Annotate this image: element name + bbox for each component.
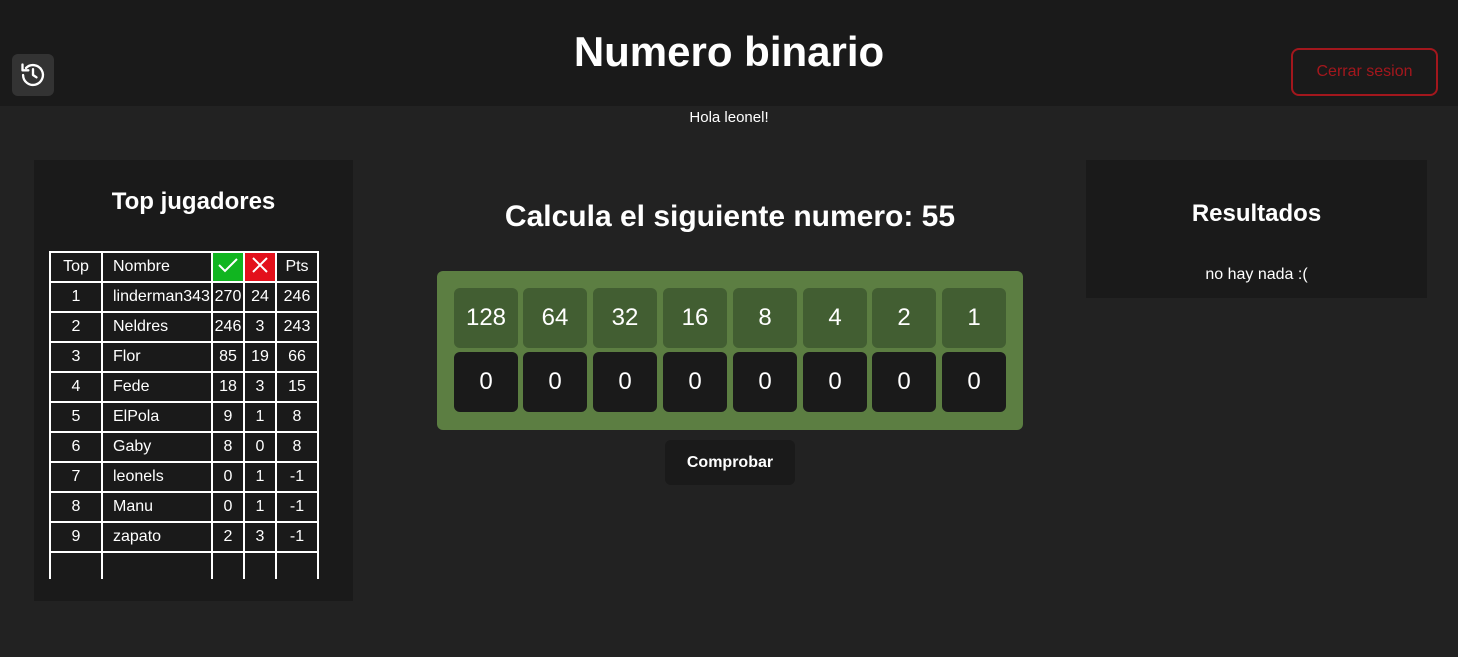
header: Numero binario Cerrar sesion bbox=[0, 0, 1458, 106]
wrong-count-cell: 1 bbox=[243, 401, 277, 433]
table-row: 3 Flor 85 19 66 bbox=[49, 341, 319, 373]
points-cell: 8 bbox=[275, 431, 319, 463]
correct-count-cell: 0 bbox=[211, 461, 245, 493]
wrong-count-cell: 1 bbox=[243, 461, 277, 493]
correct-count-cell: 246 bbox=[211, 311, 245, 343]
table-row: 1 linderman343 270 24 246 bbox=[49, 281, 319, 313]
points-cell: 246 bbox=[275, 281, 319, 313]
wrong-count-cell: 24 bbox=[243, 281, 277, 313]
wrong-count-cell: 19 bbox=[243, 341, 277, 373]
leaderboard-table: Top Nombre Pts 1 linderman343 270 24 246… bbox=[49, 251, 319, 579]
table-header-row: Top Nombre Pts bbox=[49, 251, 319, 283]
player-name-cell: Manu bbox=[101, 491, 213, 523]
correct-count-cell: 270 bbox=[211, 281, 245, 313]
player-name-cell: Neldres bbox=[101, 311, 213, 343]
table-row: 5 ElPola 9 1 8 bbox=[49, 401, 319, 433]
bit-toggle[interactable]: 0 bbox=[942, 352, 1006, 412]
check-icon bbox=[218, 257, 238, 272]
bit-toggle[interactable]: 0 bbox=[663, 352, 727, 412]
rank-cell: 8 bbox=[49, 491, 103, 523]
table-row: 7 leonels 0 1 -1 bbox=[49, 461, 319, 493]
column-header-points: Pts bbox=[275, 251, 319, 283]
check-button[interactable]: Comprobar bbox=[665, 440, 795, 485]
correct-count-cell: 2 bbox=[211, 521, 245, 553]
column-header-wrong bbox=[243, 251, 277, 283]
points-cell: 8 bbox=[275, 401, 319, 433]
table-row: 6 Gaby 8 0 8 bbox=[49, 431, 319, 463]
points-cell: 66 bbox=[275, 341, 319, 373]
bit-toggle[interactable]: 0 bbox=[593, 352, 657, 412]
wrong-count-cell: 3 bbox=[243, 371, 277, 403]
bit-toggle[interactable]: 0 bbox=[872, 352, 936, 412]
correct-count-cell: 8 bbox=[211, 431, 245, 463]
rank-cell: 7 bbox=[49, 461, 103, 493]
place-value-cell: 8 bbox=[733, 288, 797, 348]
bit-toggle[interactable]: 0 bbox=[523, 352, 587, 412]
table-row: 4 Fede 18 3 15 bbox=[49, 371, 319, 403]
player-name-cell: Gaby bbox=[101, 431, 213, 463]
correct-count-cell: 9 bbox=[211, 401, 245, 433]
cross-icon bbox=[252, 256, 268, 273]
rank-cell: 4 bbox=[49, 371, 103, 403]
place-value-cell: 2 bbox=[872, 288, 936, 348]
wrong-count-cell: 1 bbox=[243, 491, 277, 523]
table-row: 8 Manu 0 1 -1 bbox=[49, 491, 319, 523]
points-cell: 15 bbox=[275, 371, 319, 403]
wrong-count-cell: 0 bbox=[243, 431, 277, 463]
correct-count-cell: 0 bbox=[211, 491, 245, 523]
place-value-cell: 16 bbox=[663, 288, 727, 348]
place-value-cell: 4 bbox=[803, 288, 867, 348]
results-empty-message: no hay nada :( bbox=[1205, 266, 1308, 283]
bit-toggle[interactable]: 0 bbox=[803, 352, 867, 412]
place-value-cell: 32 bbox=[593, 288, 657, 348]
player-name-cell: ElPola bbox=[101, 401, 213, 433]
place-value-cell: 128 bbox=[454, 288, 518, 348]
bit-toggle[interactable]: 0 bbox=[454, 352, 518, 412]
rank-cell: 6 bbox=[49, 431, 103, 463]
points-cell: -1 bbox=[275, 521, 319, 553]
rank-cell: 1 bbox=[49, 281, 103, 313]
points-cell: 243 bbox=[275, 311, 319, 343]
player-name-cell: leonels bbox=[101, 461, 213, 493]
wrong-count-cell: 3 bbox=[243, 521, 277, 553]
question-text: Calcula el siguiente numero: 55 bbox=[504, 200, 956, 233]
column-header-name: Nombre bbox=[101, 251, 213, 283]
leaderboard-scroll-area[interactable]: Top Nombre Pts 1 linderman343 270 24 246… bbox=[49, 251, 337, 579]
points-cell: -1 bbox=[275, 491, 319, 523]
rank-cell: 5 bbox=[49, 401, 103, 433]
top-players-panel: Top jugadores Top Nombre Pts 1 linderman… bbox=[34, 160, 353, 601]
greeting-text: Hola leonel! bbox=[689, 109, 769, 126]
rank-cell: 3 bbox=[49, 341, 103, 373]
results-title: Resultados bbox=[1191, 200, 1322, 227]
place-value-cell: 64 bbox=[523, 288, 587, 348]
table-row: 2 Neldres 246 3 243 bbox=[49, 311, 319, 343]
place-value-cell: 1 bbox=[942, 288, 1006, 348]
logout-button[interactable]: Cerrar sesion bbox=[1291, 48, 1438, 96]
top-players-title: Top jugadores bbox=[111, 188, 276, 215]
rank-cell: 2 bbox=[49, 311, 103, 343]
binary-board: 128 64 32 16 8 4 2 1 0 0 0 0 0 0 0 0 bbox=[437, 271, 1023, 430]
player-name-cell: linderman343 bbox=[101, 281, 213, 313]
points-cell: -1 bbox=[275, 461, 319, 493]
results-panel: Resultados no hay nada :( bbox=[1086, 160, 1427, 298]
player-name-cell: zapato bbox=[101, 521, 213, 553]
player-name-cell: Flor bbox=[101, 341, 213, 373]
table-row bbox=[49, 551, 319, 579]
column-header-top: Top bbox=[49, 251, 103, 283]
correct-count-cell: 85 bbox=[211, 341, 245, 373]
column-header-correct bbox=[211, 251, 245, 283]
table-row: 9 zapato 2 3 -1 bbox=[49, 521, 319, 553]
correct-count-cell: 18 bbox=[211, 371, 245, 403]
page-title: Numero binario bbox=[573, 28, 885, 75]
rank-cell: 9 bbox=[49, 521, 103, 553]
player-name-cell: Fede bbox=[101, 371, 213, 403]
wrong-count-cell: 3 bbox=[243, 311, 277, 343]
bit-toggle[interactable]: 0 bbox=[733, 352, 797, 412]
